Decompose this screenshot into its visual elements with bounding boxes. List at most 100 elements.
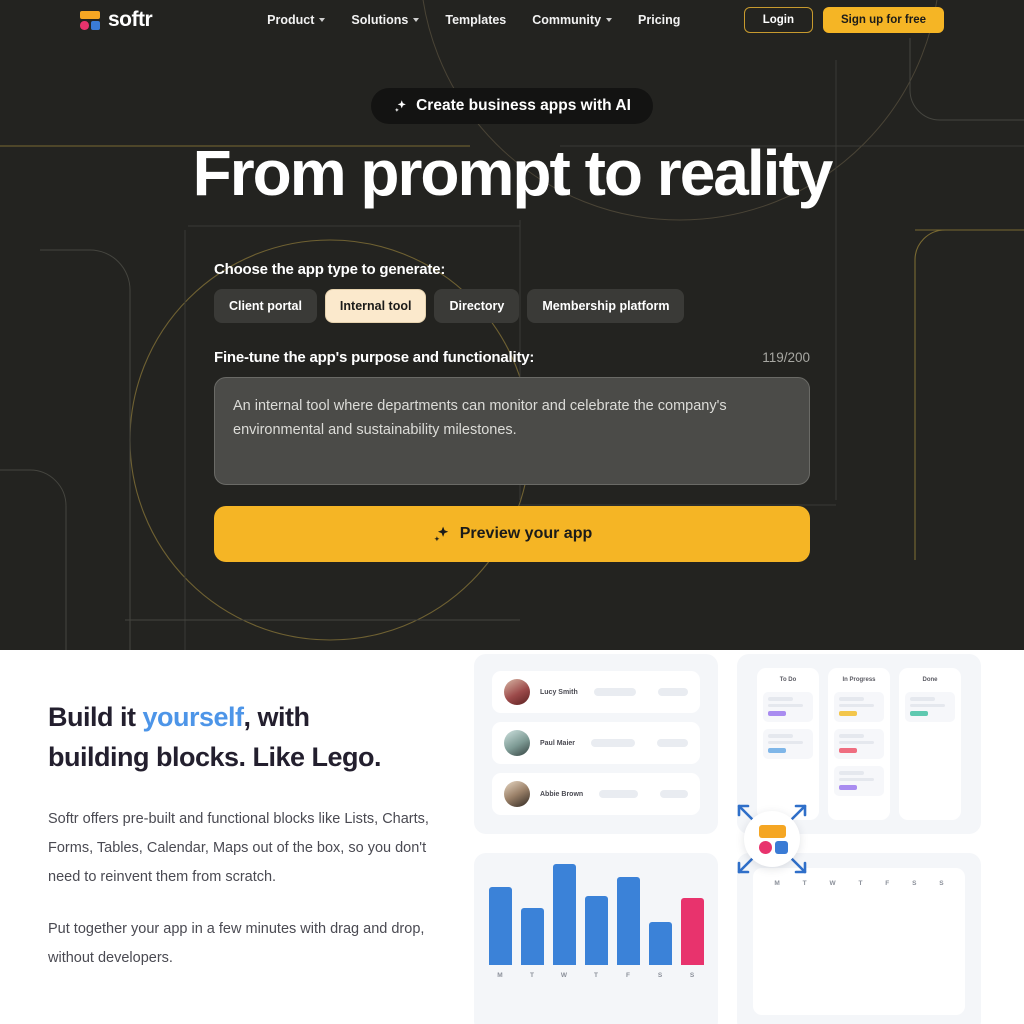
- preview-your-app-button[interactable]: Preview your app: [214, 506, 810, 563]
- bar-group: W: [552, 864, 576, 979]
- app-type-chip-directory[interactable]: Directory: [434, 289, 520, 324]
- prompt-textarea-value: An internal tool where departments can m…: [233, 398, 727, 438]
- list-item-name: Paul Maier: [540, 739, 576, 747]
- building-blocks-section: Build it yourself, with building blocks.…: [0, 650, 1024, 1024]
- calendar-grid: M T W T F S S: [753, 868, 965, 1015]
- sparkle-icon: [434, 526, 448, 541]
- app-type-chip-internal-tool[interactable]: Internal tool: [324, 289, 427, 324]
- bar: [552, 864, 576, 965]
- chart-block-card: M T W T F S S: [474, 853, 718, 1024]
- bar: [616, 877, 640, 965]
- calendar-block-card: M T W T F S S: [737, 853, 981, 1024]
- bar-label: T: [594, 972, 598, 979]
- nav-item-product[interactable]: Product: [267, 13, 326, 27]
- calendar-day-label: T: [858, 880, 863, 887]
- title-part-1: Build it: [48, 702, 143, 732]
- bar-label: W: [560, 972, 568, 979]
- nav-actions: Login Sign up for free: [743, 7, 944, 33]
- nav-item-community[interactable]: Community: [532, 13, 613, 27]
- app-type-chip-client-portal[interactable]: Client portal: [214, 289, 317, 324]
- blocks-grid: Lucy Smith Paul Maier Abbie Brown To Do …: [474, 654, 981, 1024]
- prompt-textarea[interactable]: An internal tool where departments can m…: [214, 377, 810, 486]
- avatar: [504, 679, 530, 705]
- kanban-card[interactable]: [834, 766, 884, 796]
- kanban-card-tag: [839, 785, 858, 790]
- hero-badge: Create business apps with AI: [371, 88, 653, 124]
- kanban-card-tag: [839, 748, 858, 753]
- list-item[interactable]: Abbie Brown: [492, 773, 700, 815]
- placeholder-bar: [660, 790, 688, 798]
- bar: [488, 887, 512, 965]
- kanban-card[interactable]: [834, 692, 884, 722]
- building-blocks-copy: Build it yourself, with building blocks.…: [0, 650, 470, 1024]
- nav-item-solutions[interactable]: Solutions: [351, 13, 420, 27]
- app-type-chip-membership-platform[interactable]: Membership platform: [527, 289, 685, 324]
- nav-item-label: Pricing: [638, 13, 681, 27]
- list-item[interactable]: Lucy Smith: [492, 671, 700, 713]
- bar-group: F: [616, 877, 640, 979]
- placeholder-bar: [656, 739, 688, 747]
- app-type-label: Choose the app type to generate:: [214, 261, 446, 279]
- kanban-card-tag: [768, 711, 787, 716]
- softr-logo[interactable]: softr: [80, 8, 153, 32]
- kanban-column-title: To Do: [779, 677, 797, 683]
- kanban-card-tag: [768, 748, 787, 753]
- list-item[interactable]: Paul Maier: [492, 722, 700, 764]
- character-counter: 119/200: [762, 350, 810, 366]
- prompt-builder: Choose the app type to generate: Client …: [212, 243, 812, 580]
- kanban-card-tag: [839, 711, 858, 716]
- nav-item-label: Product: [267, 13, 315, 27]
- kanban-card[interactable]: [763, 692, 813, 722]
- avatar: [504, 781, 530, 807]
- list-item-name: Lucy Smith: [540, 688, 578, 696]
- kanban-column-in-progress: In Progress: [828, 668, 890, 820]
- softr-logo-icon: [80, 10, 100, 30]
- center-logo-badge: [735, 802, 809, 876]
- login-button[interactable]: Login: [743, 7, 814, 33]
- landing-page: softr Product Solutions Templates Commun…: [0, 0, 1024, 1024]
- calendar-header-row: M T W T F S S: [763, 880, 955, 887]
- avatar: [504, 730, 530, 756]
- finetune-label: Fine-tune the app's purpose and function…: [214, 349, 535, 367]
- list-block-card: Lucy Smith Paul Maier Abbie Brown: [474, 654, 718, 834]
- app-type-chip-group: Client portal Internal tool Directory Me…: [214, 289, 810, 324]
- nav-item-label: Solutions: [351, 13, 409, 27]
- logo-wordmark: softr: [108, 8, 153, 31]
- kanban-card[interactable]: [834, 729, 884, 759]
- calendar-day-label: S: [939, 880, 944, 887]
- bar-group: S: [648, 922, 672, 979]
- building-blocks-visual: Lucy Smith Paul Maier Abbie Brown To Do …: [470, 650, 1000, 1024]
- building-blocks-title: Build it yourself, with building blocks.…: [48, 698, 470, 778]
- main-navigation: softr Product Solutions Templates Commun…: [0, 0, 1024, 40]
- placeholder-bar: [658, 688, 688, 696]
- nav-item-templates[interactable]: Templates: [445, 13, 506, 27]
- placeholder-bar: [599, 790, 639, 798]
- calendar-day-label: S: [912, 880, 917, 887]
- kanban-card[interactable]: [905, 692, 955, 722]
- bar: [648, 922, 672, 965]
- bar-group: M: [488, 887, 512, 979]
- sparkle-icon: [394, 99, 406, 112]
- bar-group: S: [680, 898, 704, 979]
- placeholder-bar: [591, 739, 635, 747]
- bar-chart: M T W T F S S: [488, 864, 704, 979]
- bar-label: M: [497, 972, 503, 979]
- softr-logo-icon: [757, 824, 788, 854]
- signup-button[interactable]: Sign up for free: [823, 7, 944, 33]
- kanban-card[interactable]: [763, 729, 813, 759]
- finetune-label-row: Fine-tune the app's purpose and function…: [214, 349, 810, 366]
- bar-label: F: [626, 972, 630, 979]
- bar-group: T: [520, 908, 544, 979]
- bar-label: T: [530, 972, 534, 979]
- chevron-down-icon: [319, 18, 326, 22]
- list-item-name: Abbie Brown: [540, 790, 584, 798]
- center-badge-circle: [744, 811, 800, 867]
- kanban-column-title: In Progress: [842, 677, 876, 683]
- hero-title: From prompt to reality: [192, 137, 834, 209]
- nav-item-pricing[interactable]: Pricing: [638, 13, 680, 27]
- title-accent-word: yourself: [142, 702, 244, 732]
- chevron-down-icon: [606, 18, 613, 22]
- nav-item-label: Templates: [445, 13, 507, 27]
- bar-label: S: [657, 972, 663, 979]
- title-part-2: , with: [243, 702, 311, 732]
